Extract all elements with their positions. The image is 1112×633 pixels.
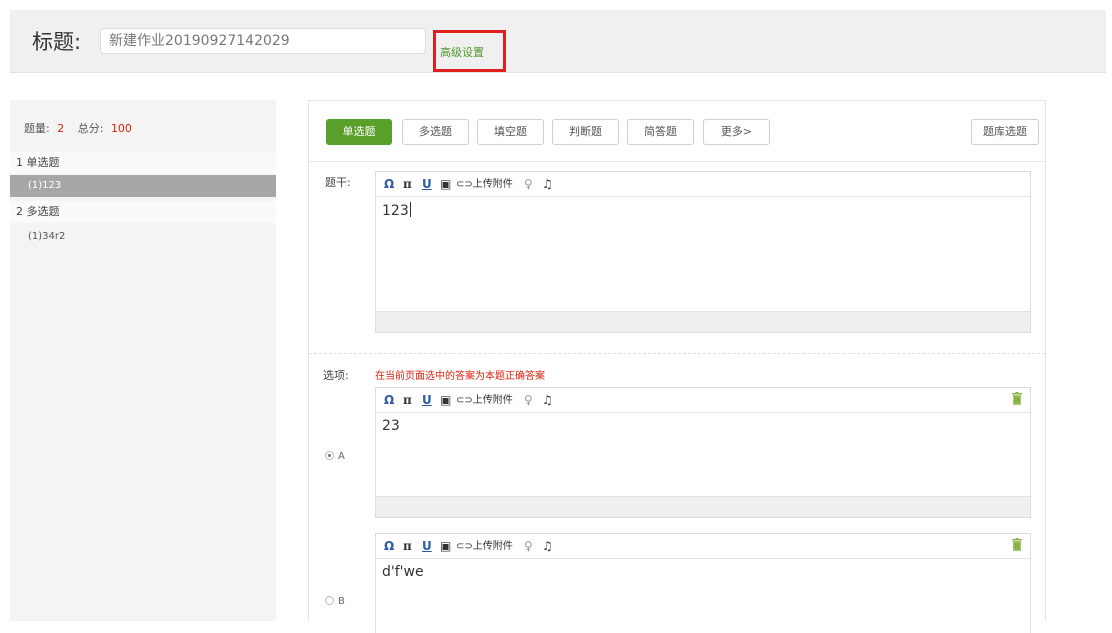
music-icon[interactable]: ♫	[542, 539, 553, 553]
question-sidebar: 题量: 2 总分: 100 1 单选题 (1)123 2 多选题 (1)34r2	[10, 100, 276, 621]
option-b-content[interactable]: d'f'we	[382, 564, 424, 580]
image-icon[interactable]: ▣	[440, 539, 451, 553]
question-item-1-1[interactable]: (1)123	[10, 175, 276, 197]
stats: 题量: 2 总分: 100	[24, 120, 132, 136]
count-value: 2	[57, 122, 65, 135]
omega-icon[interactable]: Ω	[384, 393, 394, 407]
correct-answer-hint: 在当前页面选中的答案为本题正确答案	[375, 371, 545, 382]
stem-content[interactable]: 123	[382, 202, 411, 219]
tab-true-false[interactable]: 判断题	[552, 119, 619, 145]
title-label: 标题:	[32, 30, 82, 54]
microphone-icon[interactable]: ♀	[524, 539, 533, 553]
header-bar: 标题: 新建作业20190927142029 高级设置	[10, 10, 1106, 73]
omega-icon[interactable]: Ω	[384, 539, 394, 553]
option-b-radio[interactable]: B	[325, 596, 345, 607]
upload-attachment-button[interactable]: ⊂⊃上传附件	[456, 394, 513, 408]
underline-icon[interactable]: U	[422, 393, 432, 407]
music-icon[interactable]: ♫	[542, 177, 553, 191]
underline-icon[interactable]: U	[422, 177, 432, 191]
section-divider	[309, 353, 1045, 354]
microphone-icon[interactable]: ♀	[524, 177, 533, 191]
stem-toolbar: Ω π U ▣ ⊂⊃上传附件 ♀ ♫	[376, 172, 1030, 197]
advanced-settings-link[interactable]: 高级设置	[440, 44, 484, 60]
question-item-2-1[interactable]: (1)34r2	[10, 226, 276, 248]
trash-icon[interactable]	[1012, 392, 1022, 405]
stem-editor-footer	[376, 311, 1030, 332]
option-b-toolbar: Ω π U ▣ ⊂⊃上传附件 ♀ ♫	[376, 534, 1030, 559]
question-editor: 单选题 多选题 填空题 判断题 简答题 更多> 题库选题 题干: Ω π U ▣…	[308, 100, 1046, 633]
stem-label: 题干:	[325, 176, 351, 189]
option-a-toolbar: Ω π U ▣ ⊂⊃上传附件 ♀ ♫	[376, 388, 1030, 413]
image-icon[interactable]: ▣	[440, 177, 451, 191]
title-input[interactable]: 新建作业20190927142029	[100, 28, 426, 54]
stem-text: 123	[382, 203, 409, 219]
omega-icon[interactable]: Ω	[384, 177, 394, 191]
trash-icon[interactable]	[1012, 538, 1022, 551]
score-value: 100	[110, 122, 132, 135]
score-label: 总分:	[77, 122, 104, 135]
option-a-content[interactable]: 23	[382, 418, 400, 434]
upload-attachment-button[interactable]: ⊂⊃上传附件	[456, 540, 513, 554]
option-a-letter: A	[338, 451, 345, 462]
stem-editor[interactable]: Ω π U ▣ ⊂⊃上传附件 ♀ ♫ 123	[375, 171, 1031, 333]
radio-unchecked-icon	[325, 596, 334, 605]
underline-icon[interactable]: U	[422, 539, 432, 553]
count-label: 题量:	[24, 122, 50, 135]
section-multiple-choice[interactable]: 2 多选题	[10, 201, 276, 223]
upload-attachment-button[interactable]: ⊂⊃上传附件	[456, 178, 513, 192]
radio-checked-icon	[325, 451, 334, 460]
tab-short-answer[interactable]: 简答题	[627, 119, 694, 145]
pi-icon[interactable]: π	[403, 539, 412, 553]
pi-icon[interactable]: π	[403, 177, 412, 191]
section-single-choice[interactable]: 1 单选题	[10, 152, 276, 174]
microphone-icon[interactable]: ♀	[524, 393, 533, 407]
tab-fill-blank[interactable]: 填空题	[477, 119, 544, 145]
text-caret	[409, 202, 411, 217]
question-type-tabs: 单选题 多选题 填空题 判断题 简答题 更多> 题库选题	[309, 101, 1045, 162]
pi-icon[interactable]: π	[403, 393, 412, 407]
tab-multiple-choice[interactable]: 多选题	[402, 119, 469, 145]
image-icon[interactable]: ▣	[440, 393, 451, 407]
option-b-editor[interactable]: Ω π U ▣ ⊂⊃上传附件 ♀ ♫ d'f'we	[375, 533, 1031, 633]
music-icon[interactable]: ♫	[542, 393, 553, 407]
question-bank-button[interactable]: 题库选题	[971, 119, 1039, 145]
tab-more[interactable]: 更多>	[703, 119, 770, 145]
option-a-footer	[376, 496, 1030, 517]
option-a-radio[interactable]: A	[325, 451, 345, 462]
options-label: 选项:	[323, 369, 349, 382]
tab-single-choice[interactable]: 单选题	[326, 119, 392, 145]
option-b-letter: B	[338, 596, 345, 607]
option-a-editor[interactable]: Ω π U ▣ ⊂⊃上传附件 ♀ ♫ 23	[375, 387, 1031, 518]
